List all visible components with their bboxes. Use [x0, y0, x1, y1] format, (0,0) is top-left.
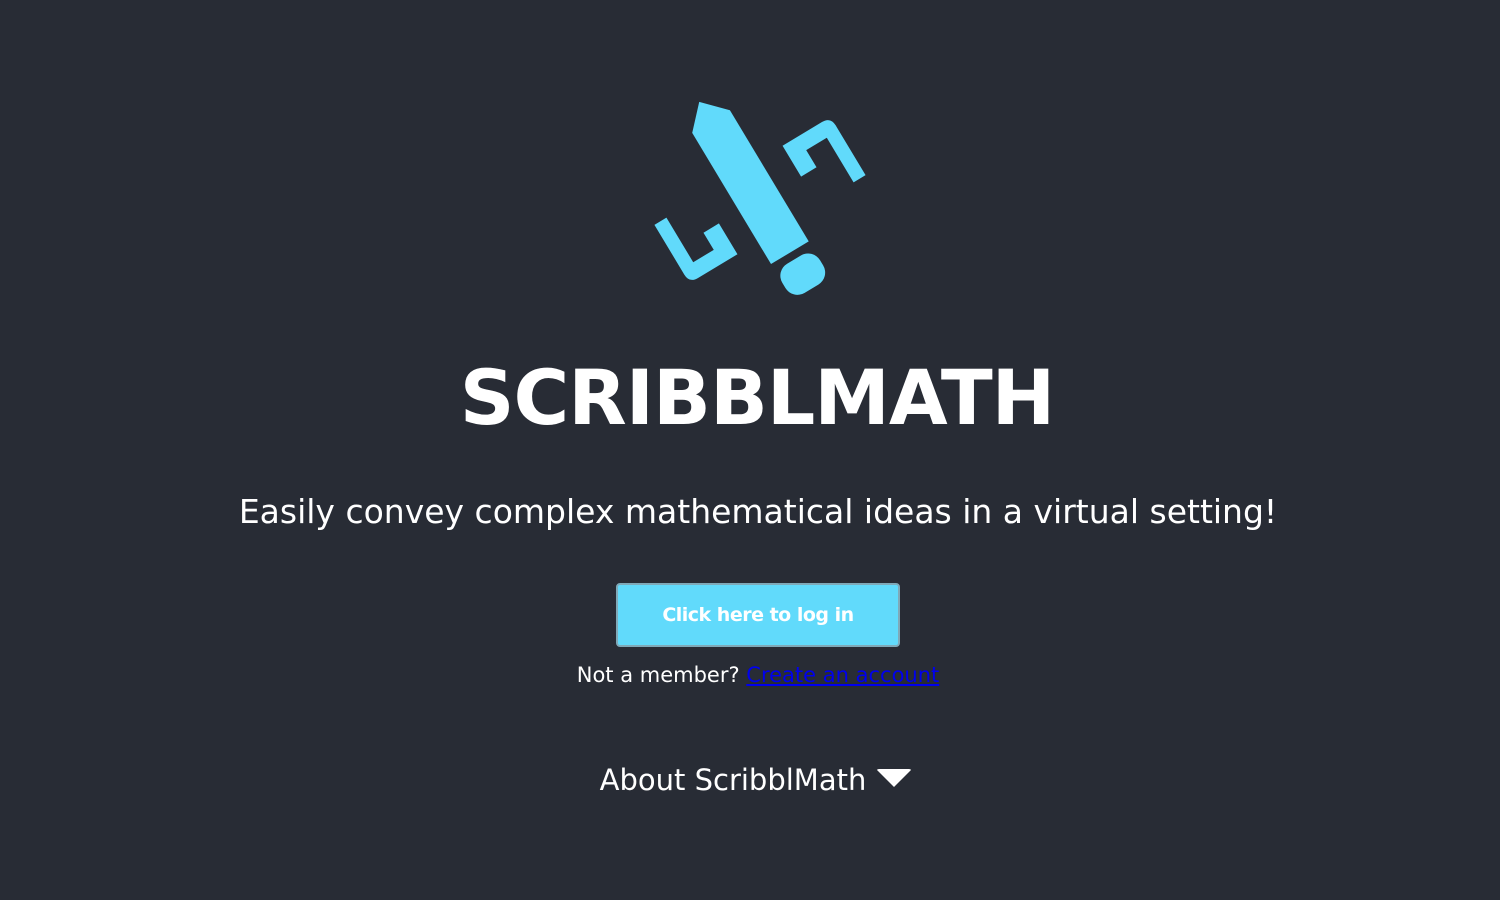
brand-title: SCRIBBLMATH — [459, 353, 1056, 442]
chevron-down-icon[interactable] — [876, 769, 913, 787]
about-label: About ScribblMath — [599, 763, 867, 797]
tagline: Easily convey complex mathematical ideas… — [238, 492, 1278, 531]
not-member-text: Not a member? — [576, 663, 740, 687]
landing-page: SCRIBBLMATH Easily convey complex mathem… — [0, 0, 1500, 900]
signup-prompt: Not a member? Create an account — [8, 660, 1500, 690]
create-account-link[interactable]: Create an account — [746, 663, 939, 687]
pencil-logo-icon — [650, 95, 870, 310]
about-toggle[interactable]: About ScribblMath — [6, 760, 1500, 800]
login-button[interactable]: Click here to log in — [616, 583, 900, 647]
